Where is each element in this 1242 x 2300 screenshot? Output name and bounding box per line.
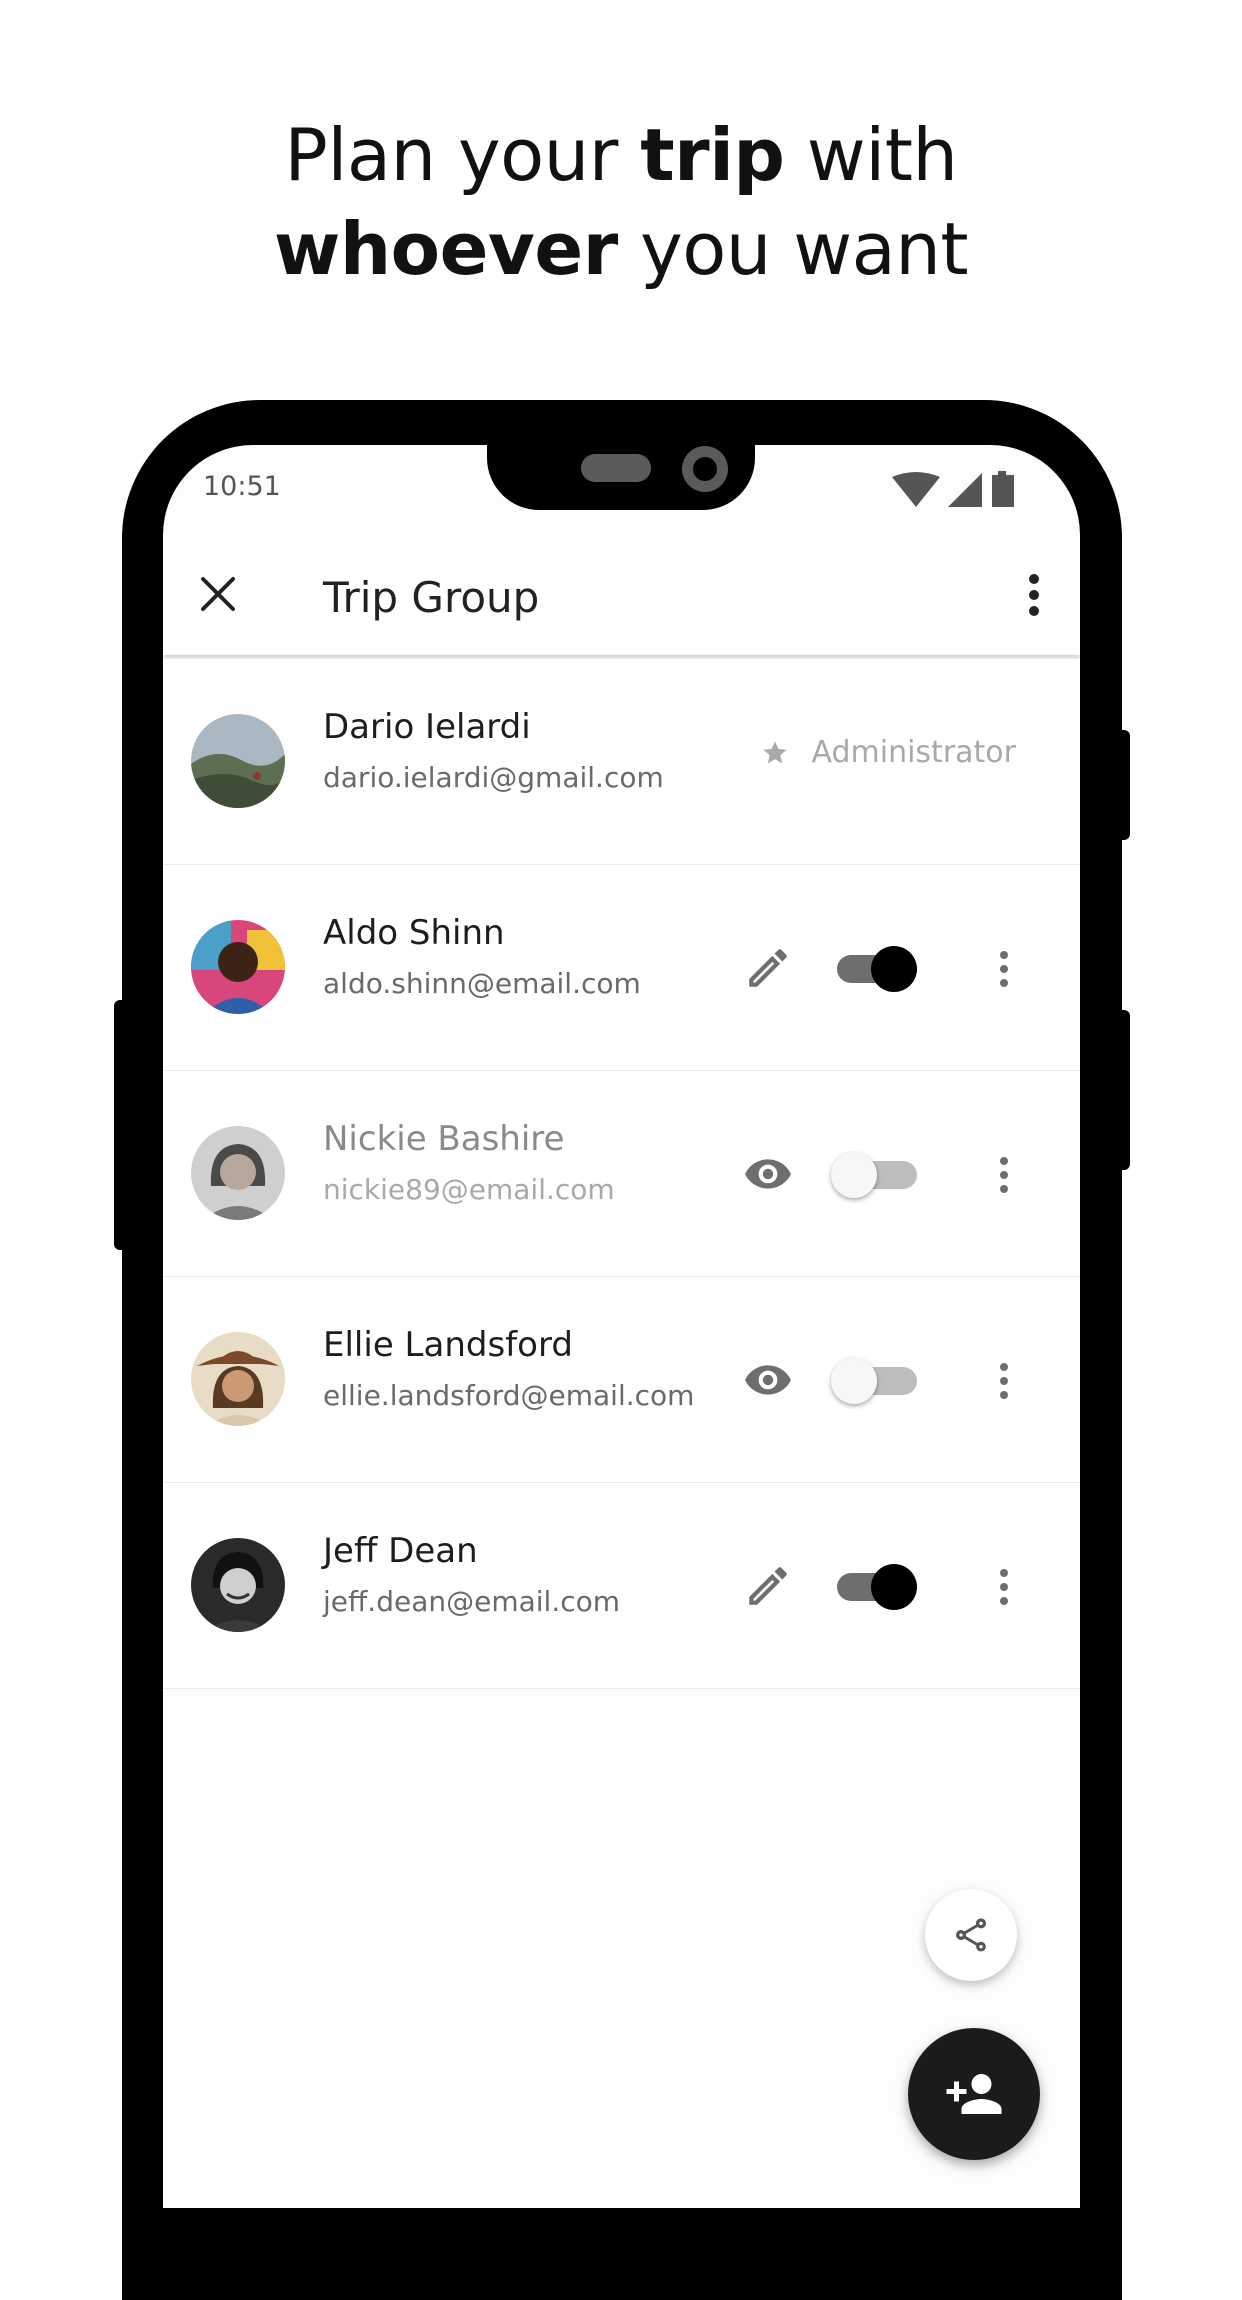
more-vert-icon[interactable]	[995, 949, 1013, 989]
star-icon	[763, 740, 788, 763]
pencil-icon[interactable]	[743, 943, 793, 993]
member-list: Dario Ielardi dario.ielardi@gmail.com Ad…	[163, 659, 1080, 1689]
headline-line-2: whoever you want	[0, 202, 1242, 296]
access-toggle[interactable]	[831, 942, 923, 992]
headline-text: with	[784, 113, 958, 197]
member-row[interactable]: Jeff Dean jeff.dean@email.com	[163, 1483, 1080, 1689]
avatar	[191, 714, 285, 808]
member-email: nickie89@email.com	[323, 1173, 615, 1206]
headline-bold-trip: trip	[640, 113, 785, 197]
member-email: jeff.dean@email.com	[323, 1585, 621, 1618]
eye-icon[interactable]	[743, 1149, 793, 1199]
close-icon[interactable]	[197, 573, 239, 615]
pencil-icon[interactable]	[743, 1561, 793, 1611]
page-title: Trip Group	[323, 573, 540, 622]
access-toggle[interactable]	[831, 1560, 923, 1610]
member-name: Aldo Shinn	[323, 913, 505, 953]
role-badge: Administrator	[761, 735, 1016, 770]
headline-text: you want	[617, 207, 969, 291]
wifi-icon	[892, 472, 940, 507]
more-vert-icon[interactable]	[1022, 571, 1046, 619]
more-vert-icon[interactable]	[995, 1155, 1013, 1195]
member-name: Nickie Bashire	[323, 1119, 565, 1159]
member-row[interactable]: Ellie Landsford ellie.landsford@email.co…	[163, 1277, 1080, 1483]
member-row[interactable]: Aldo Shinn aldo.shinn@email.com	[163, 865, 1080, 1071]
toggle-knob	[871, 1564, 917, 1610]
phone-camera	[682, 446, 728, 492]
eye-icon[interactable]	[743, 1355, 793, 1405]
phone-side-button	[114, 1000, 128, 1250]
share-button[interactable]	[925, 1889, 1017, 1981]
member-row-admin[interactable]: Dario Ielardi dario.ielardi@gmail.com Ad…	[163, 659, 1080, 865]
more-vert-icon[interactable]	[995, 1361, 1013, 1401]
phone-speaker	[581, 454, 651, 482]
headline-line-1: Plan your trip with	[0, 108, 1242, 202]
person-add-icon	[946, 2074, 1002, 2114]
phone-side-button	[1116, 730, 1130, 840]
role-label: Administrator	[811, 735, 1016, 770]
member-name: Jeff Dean	[323, 1531, 478, 1571]
member-name: Ellie Landsford	[323, 1325, 573, 1365]
signal-icon	[948, 473, 982, 507]
avatar	[191, 1332, 285, 1426]
member-email: aldo.shinn@email.com	[323, 967, 641, 1000]
member-row[interactable]: Nickie Bashire nickie89@email.com	[163, 1071, 1080, 1277]
app-bar: Trip Group	[163, 535, 1080, 655]
member-name: Dario Ielardi	[323, 707, 531, 747]
member-email: ellie.landsford@email.com	[323, 1379, 695, 1412]
avatar	[191, 920, 285, 1014]
avatar	[191, 1126, 285, 1220]
phone-side-button	[1116, 1010, 1130, 1170]
headline-bold-whoever: whoever	[273, 207, 618, 291]
status-icons	[892, 471, 1032, 511]
status-time: 10:51	[203, 471, 281, 502]
phone-screen: 10:51 Trip Group Dario Ielardi dario.iel…	[163, 445, 1080, 2208]
share-icon	[956, 1918, 986, 1952]
member-email: dario.ielardi@gmail.com	[323, 761, 664, 794]
more-vert-icon[interactable]	[995, 1567, 1013, 1607]
battery-icon	[992, 471, 1014, 507]
marketing-headline: Plan your trip with whoever you want	[0, 108, 1242, 296]
toggle-knob	[831, 1152, 877, 1198]
headline-text: Plan your	[284, 113, 641, 197]
add-member-button[interactable]	[908, 2028, 1040, 2160]
avatar	[191, 1538, 285, 1632]
access-toggle[interactable]	[831, 1148, 923, 1198]
toggle-knob	[871, 946, 917, 992]
toggle-knob	[831, 1358, 877, 1404]
access-toggle[interactable]	[831, 1354, 923, 1404]
